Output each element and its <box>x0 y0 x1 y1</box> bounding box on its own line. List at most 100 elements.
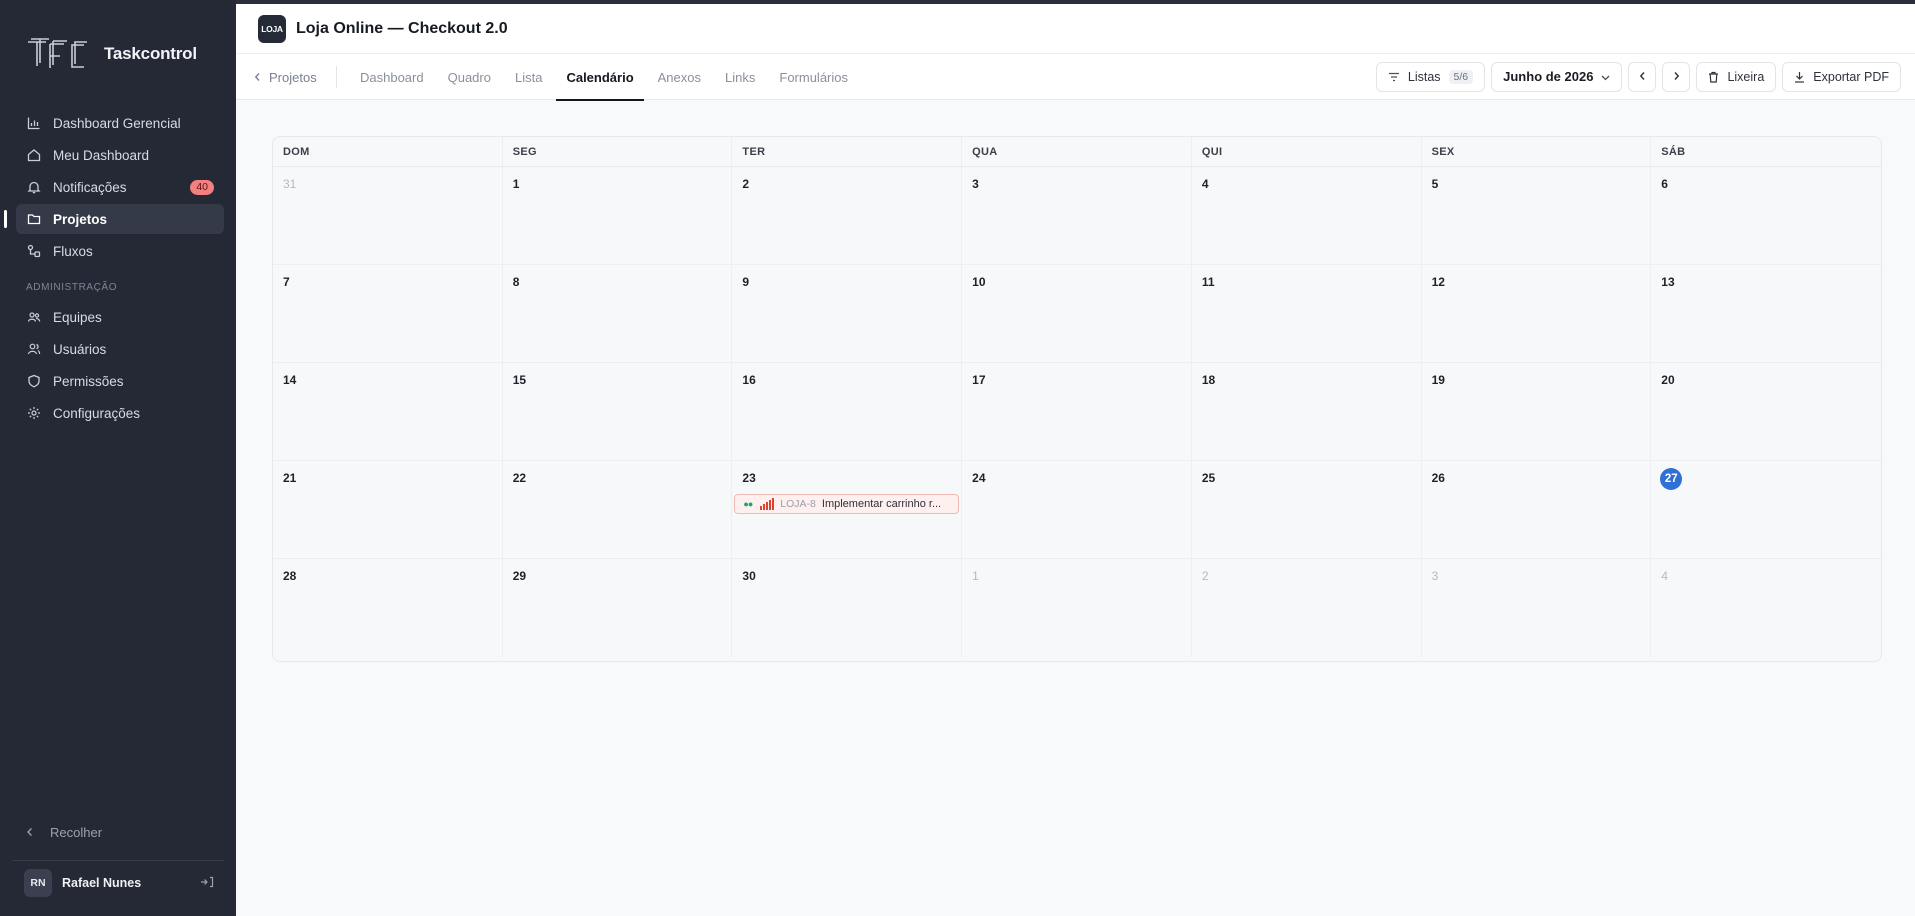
calendar-day-cell[interactable]: 24 <box>962 461 1192 559</box>
calendar-day-cell[interactable]: 5 <box>1421 167 1652 265</box>
avatar[interactable]: RN <box>24 869 52 897</box>
calendar-days: 31 1 2 3 4 5 6 7 8 9 10 11 12 13 14 15 16 17 18 19 20 21 22 23 ●… <box>273 167 1881 657</box>
sidebar-nav: Dashboard Gerencial Meu Dashboard Notifi… <box>4 108 224 430</box>
calendar-day-cell[interactable]: 28 <box>273 559 503 657</box>
sidebar-item-equipes[interactable]: Equipes <box>16 302 224 332</box>
tab-formularios[interactable]: Formulários <box>769 54 858 100</box>
previous-month-button[interactable] <box>1628 61 1657 92</box>
sidebar-item-projetos[interactable]: Projetos <box>4 204 224 234</box>
sidebar-item-usuarios[interactable]: Usuários <box>16 334 224 364</box>
project-logo: LOJA <box>258 14 286 43</box>
calendar-day-cell[interactable]: 20 <box>1651 363 1881 461</box>
trash-button[interactable]: Lixeira <box>1696 61 1777 92</box>
trash-label: Lixeira <box>1727 69 1765 84</box>
calendar-day-cell[interactable]: 29 <box>503 559 733 657</box>
calendar-toolbar: Listas 5/6 Junho de 2026 Lixeira Exporta… <box>1370 61 1901 92</box>
calendar-day-cell[interactable]: 1 <box>502 167 733 265</box>
calendar-day-cell[interactable]: 15 <box>502 363 733 461</box>
calendar-day-cell[interactable]: 1 <box>962 559 1192 657</box>
brand-name: Taskcontrol <box>104 44 197 63</box>
trash-icon <box>1708 71 1719 83</box>
calendar-day-cell[interactable]: 6 <box>1651 167 1881 265</box>
user-name: Rafael Nunes <box>62 876 142 890</box>
sidebar-item-dashboard-gerencial[interactable]: Dashboard Gerencial <box>16 108 224 138</box>
weekday-label: SÁB <box>1661 145 1686 158</box>
calendar-day-cell[interactable]: 3 <box>962 167 1192 265</box>
calendar-day-cell[interactable]: 16 <box>732 363 963 461</box>
event-key: LOJA-8 <box>780 498 816 510</box>
calendar-day-cell[interactable]: 26 <box>1421 461 1652 559</box>
sidebar-item-notificacoes[interactable]: Notificações 40 <box>16 172 224 202</box>
calendar-day-cell[interactable]: 4 <box>1191 167 1422 265</box>
sidebar-item-label: Permissões <box>53 373 124 389</box>
sidebar-item-label: Equipes <box>53 309 102 325</box>
day-number: 16 <box>742 373 756 387</box>
calendar-day-cell[interactable]: 25 <box>1191 461 1422 559</box>
back-to-projects-link[interactable]: Projetos <box>254 54 317 100</box>
calendar-day-cell[interactable]: 19 <box>1421 363 1652 461</box>
day-number: 22 <box>512 471 527 485</box>
calendar-day-cell[interactable]: 14 <box>273 363 503 461</box>
calendar-day-cell[interactable]: 30 <box>732 559 963 657</box>
calendar-day-cell[interactable]: 13 <box>1651 265 1881 363</box>
weekday-label: DOM <box>273 137 503 166</box>
sidebar-item-meu-dashboard[interactable]: Meu Dashboard <box>16 140 224 170</box>
sidebar-item-label: Usuários <box>53 341 107 357</box>
tab-lista[interactable]: Lista <box>505 54 552 100</box>
lists-label: Listas <box>1407 69 1441 84</box>
tab-calendario[interactable]: Calendário <box>556 54 644 101</box>
priority-bar <box>772 498 775 510</box>
calendar-day-cell[interactable]: 8 <box>502 265 733 363</box>
calendar-day-cell[interactable]: 7 <box>273 265 503 363</box>
sidebar-item-label: Dashboard Gerencial <box>53 115 181 131</box>
page-title: Loja Online — Checkout 2.0 <box>296 19 508 37</box>
sidebar-item-configuracoes[interactable]: Configurações <box>16 398 224 428</box>
day-number: 2 <box>1201 569 1209 583</box>
calendar-day-cell[interactable]: 2 <box>732 167 963 265</box>
filter-icon <box>1388 72 1400 82</box>
admin-section-heading: ADMINISTRAÇÃO <box>26 282 118 293</box>
collapse-sidebar-button[interactable]: Recolher <box>26 825 102 840</box>
today-day-number: 27 <box>1660 468 1683 490</box>
day-number: 1 <box>972 569 979 583</box>
lists-filter-button[interactable]: Listas 5/6 <box>1375 61 1486 92</box>
tab-dashboard[interactable]: Dashboard <box>350 54 434 100</box>
calendar-day-cell[interactable]: 3 <box>1422 559 1652 657</box>
day-number: 25 <box>1201 471 1216 485</box>
month-selector[interactable]: Junho de 2026 <box>1491 61 1623 92</box>
calendar-day-cell[interactable]: 17 <box>962 363 1192 461</box>
project-header: LOJA Loja Online — Checkout 2.0 <box>236 4 1915 54</box>
calendar-day-cell[interactable]: 18 <box>1191 363 1422 461</box>
tab-quadro[interactable]: Quadro <box>438 54 501 100</box>
day-number: 1 <box>512 177 520 191</box>
chevron-left-icon <box>26 825 34 840</box>
priority-bar <box>763 504 766 510</box>
day-number: 4 <box>1201 177 1209 191</box>
calendar-day-cell[interactable]: 12 <box>1421 265 1652 363</box>
calendar-day-cell[interactable]: 2 <box>1192 559 1422 657</box>
calendar-day-cell[interactable]: 11 <box>1191 265 1422 363</box>
brand[interactable]: Taskcontrol <box>26 36 197 72</box>
day-number: 7 <box>283 275 290 289</box>
event-title: Implementar carrinho r... <box>821 498 942 510</box>
sidebar-item-permissoes[interactable]: Permissões <box>16 366 224 396</box>
tab-links[interactable]: Links <box>715 54 765 100</box>
export-pdf-button[interactable]: Exportar PDF <box>1782 61 1901 92</box>
next-month-button[interactable] <box>1662 61 1691 92</box>
calendar-day-cell[interactable]: 21 <box>273 461 503 559</box>
day-number: 9 <box>742 275 750 289</box>
calendar-day-cell[interactable]: 27 <box>1651 461 1881 559</box>
day-number: 28 <box>283 569 297 583</box>
calendar-day-cell[interactable]: 4 <box>1651 559 1881 657</box>
calendar-day-cell[interactable]: 10 <box>962 265 1192 363</box>
calendar-day-cell[interactable]: 9 <box>732 265 963 363</box>
calendar-event[interactable]: ●● LOJA-8 Implementar carrinho r... <box>734 494 960 514</box>
calendar-day-cell[interactable]: 22 <box>502 461 733 559</box>
logout-icon[interactable] <box>200 876 214 891</box>
tab-anexos[interactable]: Anexos <box>648 54 711 100</box>
day-number: 18 <box>1201 373 1216 387</box>
sidebar-item-fluxos[interactable]: Fluxos <box>16 236 224 266</box>
weekday-label: QUI <box>1192 137 1422 166</box>
calendar-day-cell[interactable]: 31 <box>273 167 503 265</box>
calendar-day-cell[interactable]: 23 ●● LOJA-8 Implementar carrinho r... <box>732 461 963 559</box>
